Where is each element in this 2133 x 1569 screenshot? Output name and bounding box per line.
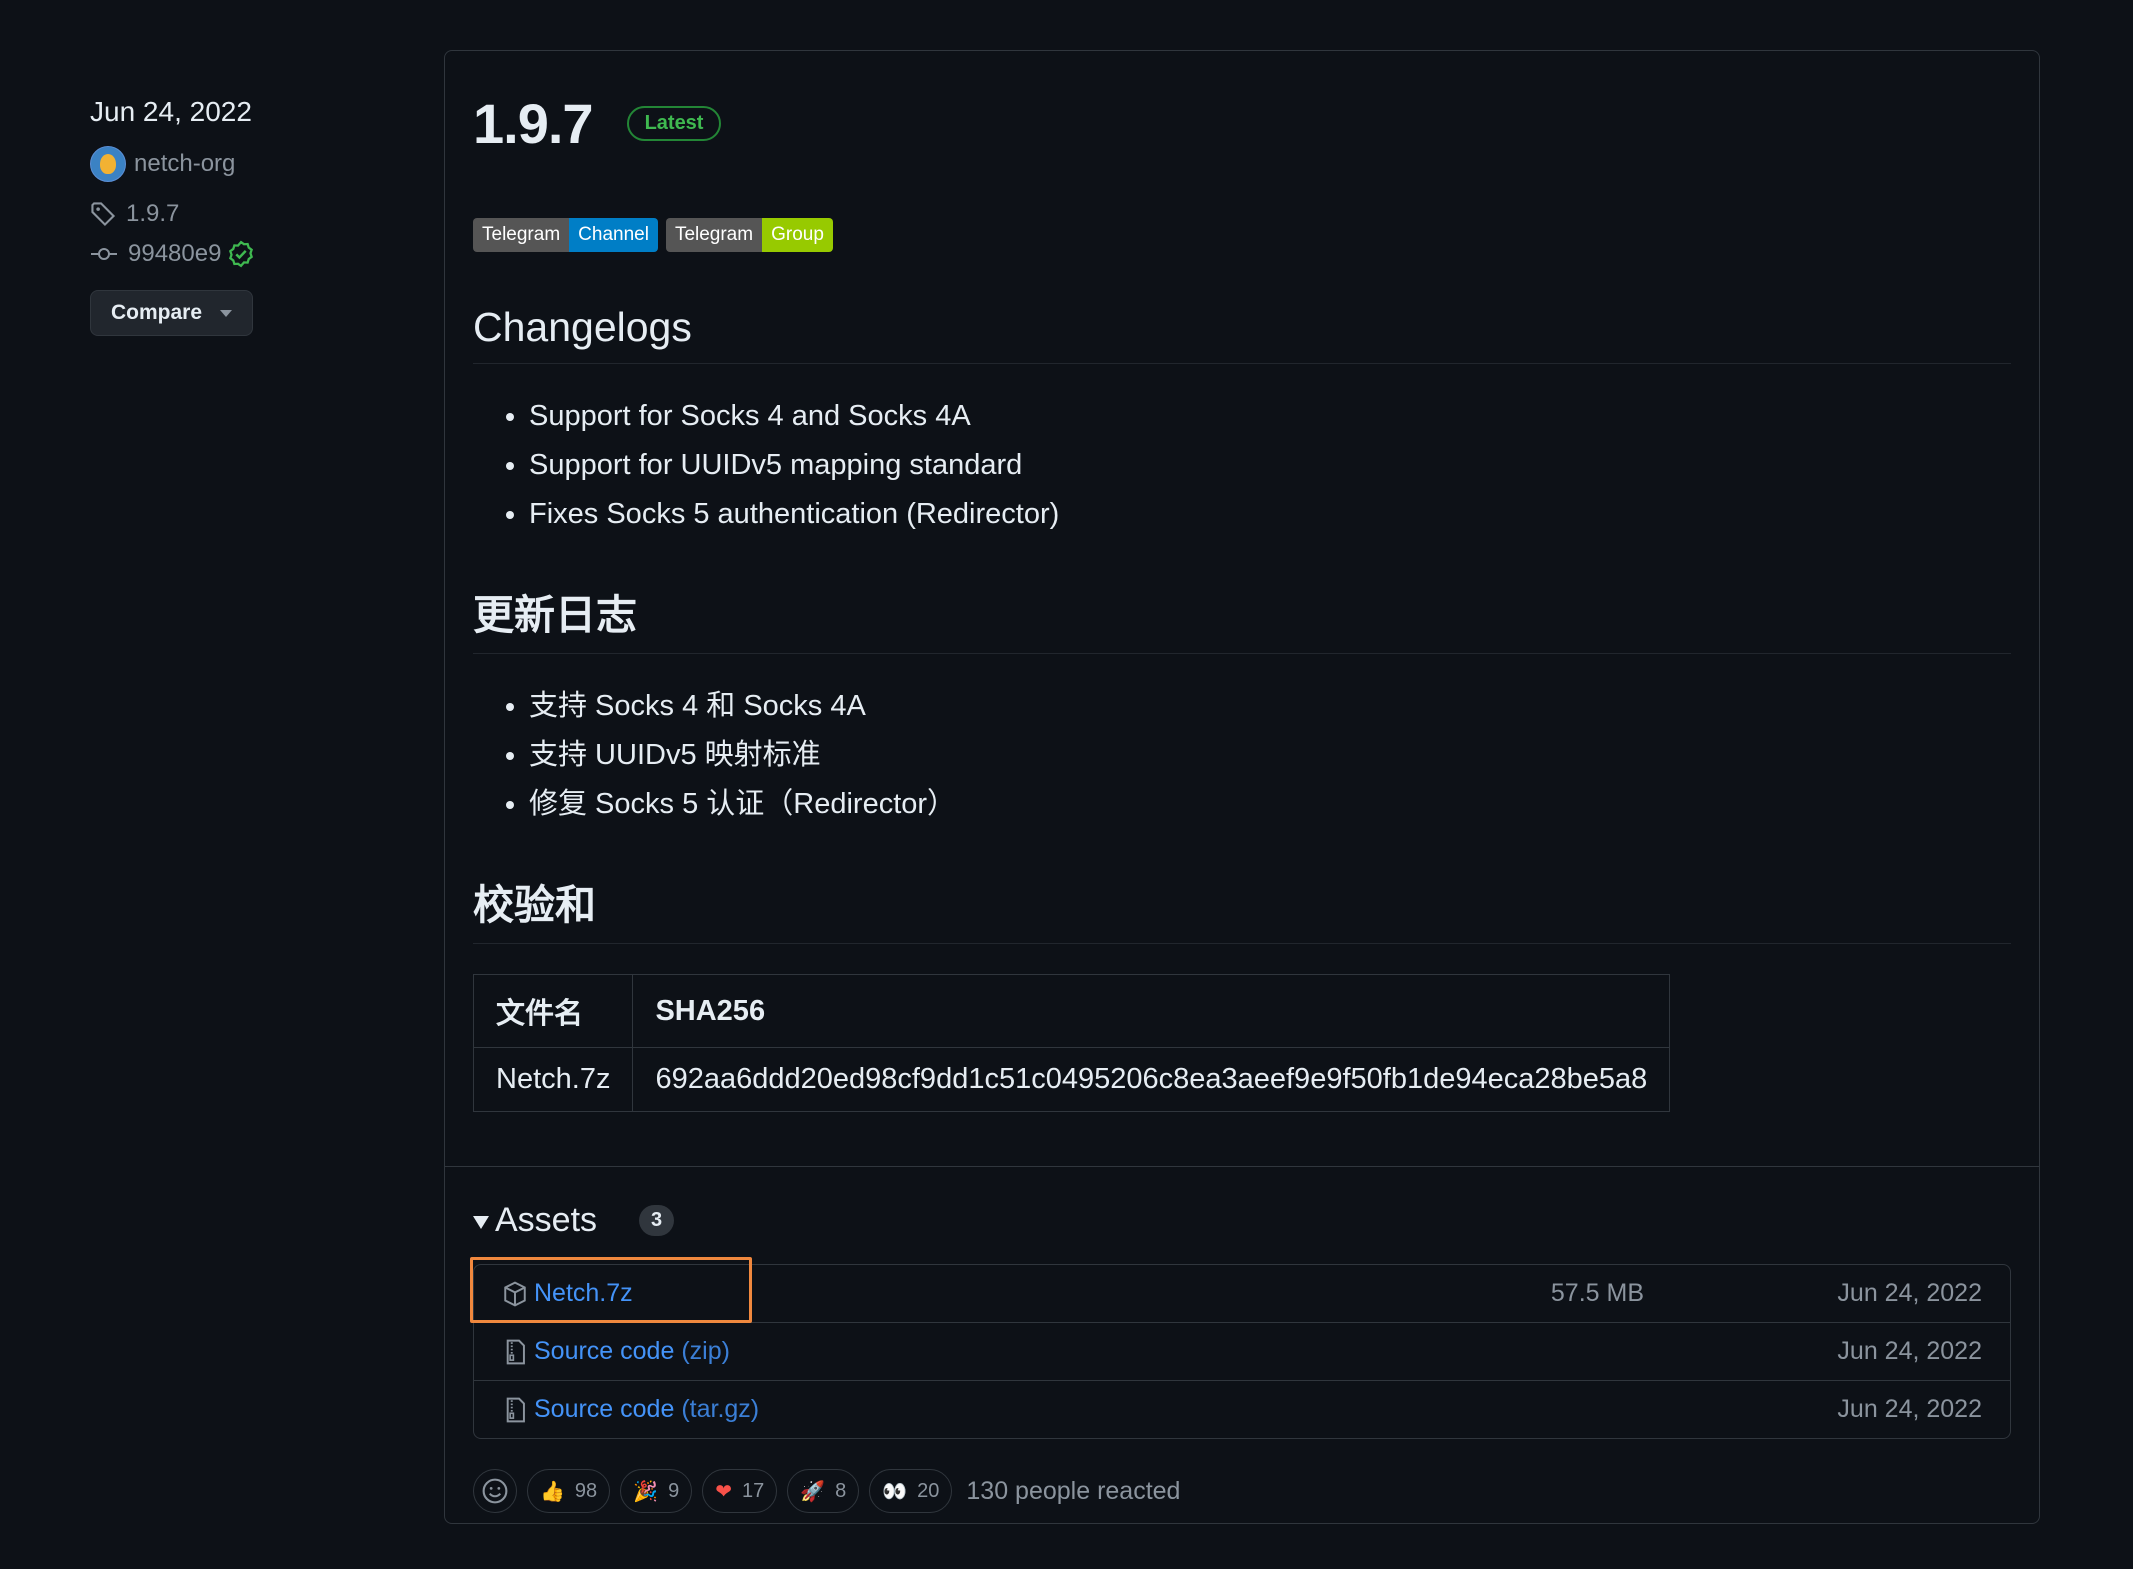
party-popper-icon: 🎉 <box>633 1480 659 1503</box>
rocket-icon: 🚀 <box>800 1480 826 1503</box>
smiley-icon <box>482 1478 508 1504</box>
checksum-heading: 校验和 <box>473 871 2011 944</box>
tag-row[interactable]: 1.9.7 <box>90 200 390 228</box>
eyes-icon: 👀 <box>882 1480 908 1503</box>
assets-section: Assets 3 Netch.7z 57.5 MB Jun 24, 2022 S… <box>445 1166 2039 1513</box>
assets-count-badge: 3 <box>639 1205 675 1236</box>
triangle-down-icon <box>473 1216 489 1229</box>
asset-row-netch: Netch.7z 57.5 MB Jun 24, 2022 <box>470 1257 2010 1323</box>
asset-row-source-zip: Source code (zip) Jun 24, 2022 <box>474 1323 2010 1381</box>
commit-icon <box>91 248 117 260</box>
list-item: 支持 Socks 4 和 Socks 4A <box>529 682 2011 731</box>
asset-row-source-targz: Source code (tar.gz) Jun 24, 2022 <box>474 1381 2010 1438</box>
author-row[interactable]: netch-org <box>90 146 390 182</box>
reaction-rocket[interactable]: 🚀 8 <box>787 1469 860 1513</box>
checksum-table: 文件名 SHA256 Netch.7z 692aa6ddd20ed98cf9dd… <box>472 974 1671 1112</box>
badge-left-label: Telegram <box>665 218 763 252</box>
zh-changelogs-heading: 更新日志 <box>473 581 2011 654</box>
reaction-count: 9 <box>668 1479 680 1502</box>
highlight-box <box>470 1257 752 1323</box>
add-reaction-button[interactable] <box>473 1469 517 1513</box>
table-row: Netch.7z 692aa6ddd20ed98cf9dd1c51c049520… <box>472 1047 1671 1112</box>
asset-date: Jun 24, 2022 <box>1837 1395 1982 1423</box>
asset-size: 57.5 MB <box>1550 1279 1644 1307</box>
list-item: Fixes Socks 5 authentication (Redirector… <box>529 490 2011 539</box>
reaction-eyes[interactable]: 👀 20 <box>869 1469 953 1513</box>
tag-icon <box>91 202 116 227</box>
telegram-badges: Telegram Channel Telegram Group <box>473 218 2011 252</box>
reaction-count: 98 <box>574 1479 598 1502</box>
assets-list: Netch.7z 57.5 MB Jun 24, 2022 Source cod… <box>470 1257 2011 1439</box>
asset-name: Source code <box>534 1395 675 1423</box>
reaction-count: 17 <box>741 1479 765 1502</box>
author-link[interactable]: netch-org <box>134 150 235 178</box>
reaction-thumbs-up[interactable]: 👍 98 <box>527 1469 611 1513</box>
reaction-hooray[interactable]: 🎉 9 <box>620 1469 693 1513</box>
file-zip-icon <box>506 1339 525 1364</box>
reaction-heart[interactable]: ❤ 17 <box>702 1469 778 1513</box>
badge-right-label: Group <box>762 218 833 252</box>
release-card: 1.9.7 Latest Telegram Channel Telegram G… <box>444 50 2040 1524</box>
latest-badge: Latest <box>626 106 722 141</box>
reactions-bar: 👍 98 🎉 9 ❤ 17 🚀 8 👀 20 130 people reacte… <box>473 1469 2011 1513</box>
table-cell-sha256: 692aa6ddd20ed98cf9dd1c51c0495206c8ea3aee… <box>632 1047 1671 1112</box>
verified-check-icon[interactable] <box>227 240 255 268</box>
commit-row[interactable]: 99480e9 <box>90 240 390 268</box>
release-title[interactable]: 1.9.7 <box>473 91 594 156</box>
release-date: Jun 24, 2022 <box>90 96 252 127</box>
list-item: 修复 Socks 5 认证（Redirector） <box>529 780 2011 829</box>
compare-label: Compare <box>111 301 203 324</box>
reaction-count: 20 <box>917 1479 940 1502</box>
telegram-channel-badge[interactable]: Telegram Channel <box>473 218 658 252</box>
assets-label: Assets <box>495 1201 598 1239</box>
asset-suffix: (tar.gz) <box>674 1395 760 1423</box>
chevron-down-icon <box>220 309 233 317</box>
changelogs-list: Support for Socks 4 and Socks 4A Support… <box>473 392 2011 539</box>
asset-suffix: (zip) <box>674 1337 730 1365</box>
reaction-count: 8 <box>835 1479 847 1502</box>
list-item: Support for UUIDv5 mapping standard <box>529 441 2011 490</box>
commit-link[interactable]: 99480e9 <box>128 240 221 268</box>
file-zip-icon <box>506 1397 525 1422</box>
badge-left-label: Telegram <box>473 218 570 252</box>
table-cell-filename: Netch.7z <box>472 1047 634 1112</box>
list-item: Support for Socks 4 and Socks 4A <box>529 392 2011 441</box>
asset-link[interactable]: Source code (zip) <box>534 1337 730 1366</box>
heart-icon: ❤ <box>715 1480 732 1503</box>
release-title-row: 1.9.7 Latest <box>473 91 2011 156</box>
compare-button[interactable]: Compare <box>90 290 254 336</box>
avatar[interactable] <box>90 146 126 182</box>
table-header-sha256: SHA256 <box>632 974 1671 1048</box>
zh-changelogs-list: 支持 Socks 4 和 Socks 4A 支持 UUIDv5 映射标准 修复 … <box>473 682 2011 829</box>
tag-link[interactable]: 1.9.7 <box>126 200 179 228</box>
asset-link[interactable]: Source code (tar.gz) <box>534 1395 759 1424</box>
table-header-filename: 文件名 <box>472 974 634 1048</box>
assets-toggle[interactable]: Assets 3 <box>473 1201 2011 1240</box>
release-meta: Jun 24, 2022 netch-org 1.9.7 99480e9 Com… <box>90 96 390 336</box>
reactions-summary[interactable]: 130 people reacted <box>966 1477 1180 1506</box>
thumbs-up-icon: 👍 <box>540 1480 565 1503</box>
asset-date: Jun 24, 2022 <box>1837 1337 1982 1365</box>
list-item: 支持 UUIDv5 映射标准 <box>529 731 2011 780</box>
changelogs-heading: Changelogs <box>473 304 2011 364</box>
table-header-row: 文件名 SHA256 <box>472 974 1671 1048</box>
telegram-group-badge[interactable]: Telegram Group <box>665 218 833 252</box>
asset-name: Source code <box>534 1337 675 1365</box>
asset-date: Jun 24, 2022 <box>1837 1279 1982 1307</box>
badge-right-label: Channel <box>569 218 658 252</box>
